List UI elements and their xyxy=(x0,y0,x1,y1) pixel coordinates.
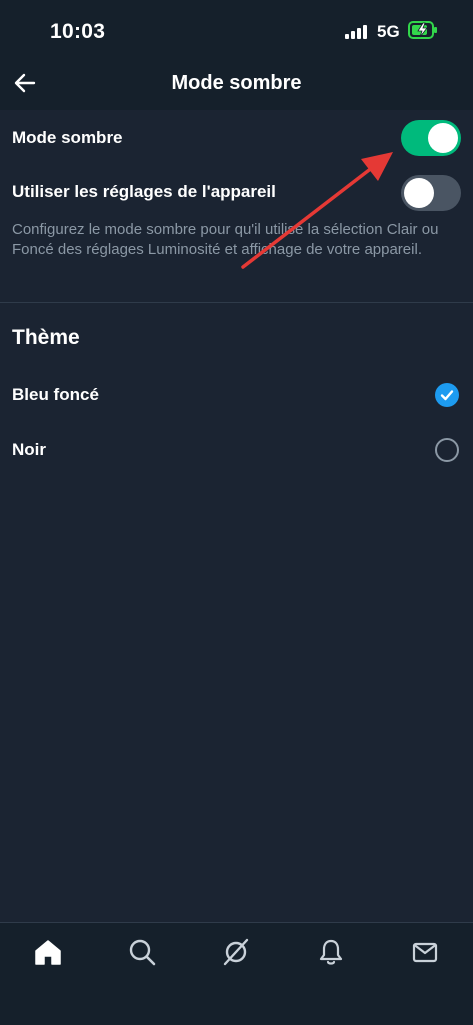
theme-option-dim-label[interactable]: Bleu foncé xyxy=(12,385,99,405)
settings-content: Mode sombre Utiliser les réglages de l'a… xyxy=(0,110,473,922)
toggle-knob xyxy=(404,178,434,208)
theme-option-dim-radio[interactable] xyxy=(435,383,459,407)
battery-charging-icon xyxy=(408,21,437,39)
section-divider xyxy=(0,302,473,303)
bottom-tab-bar xyxy=(0,922,473,1025)
dark-mode-toggle[interactable] xyxy=(401,120,461,156)
network-type: 5G xyxy=(377,22,400,41)
home-icon[interactable] xyxy=(33,937,63,967)
communities-icon[interactable] xyxy=(221,937,251,967)
messages-icon[interactable] xyxy=(410,937,440,967)
theme-heading: Thème xyxy=(12,326,80,349)
theme-option-black-radio[interactable] xyxy=(435,438,459,462)
toggle-knob xyxy=(428,123,458,153)
signal-icon xyxy=(345,24,371,39)
dark-mode-label: Mode sombre xyxy=(12,128,123,147)
use-device-settings-toggle[interactable] xyxy=(401,175,461,211)
navigation-bar: Mode sombre xyxy=(0,60,473,110)
search-icon[interactable] xyxy=(127,937,157,967)
page-title: Mode sombre xyxy=(171,72,302,94)
status-bar: 10:03 5G xyxy=(0,0,473,60)
status-time: 10:03 xyxy=(50,20,106,43)
notifications-icon[interactable] xyxy=(316,937,346,967)
theme-option-black-label[interactable]: Noir xyxy=(12,440,46,460)
use-device-settings-label: Utiliser les réglages de l'appareil xyxy=(12,182,276,201)
dark-mode-description: Configurez le mode sombre pour qu'il uti… xyxy=(12,221,439,258)
checkmark-icon xyxy=(440,390,454,401)
